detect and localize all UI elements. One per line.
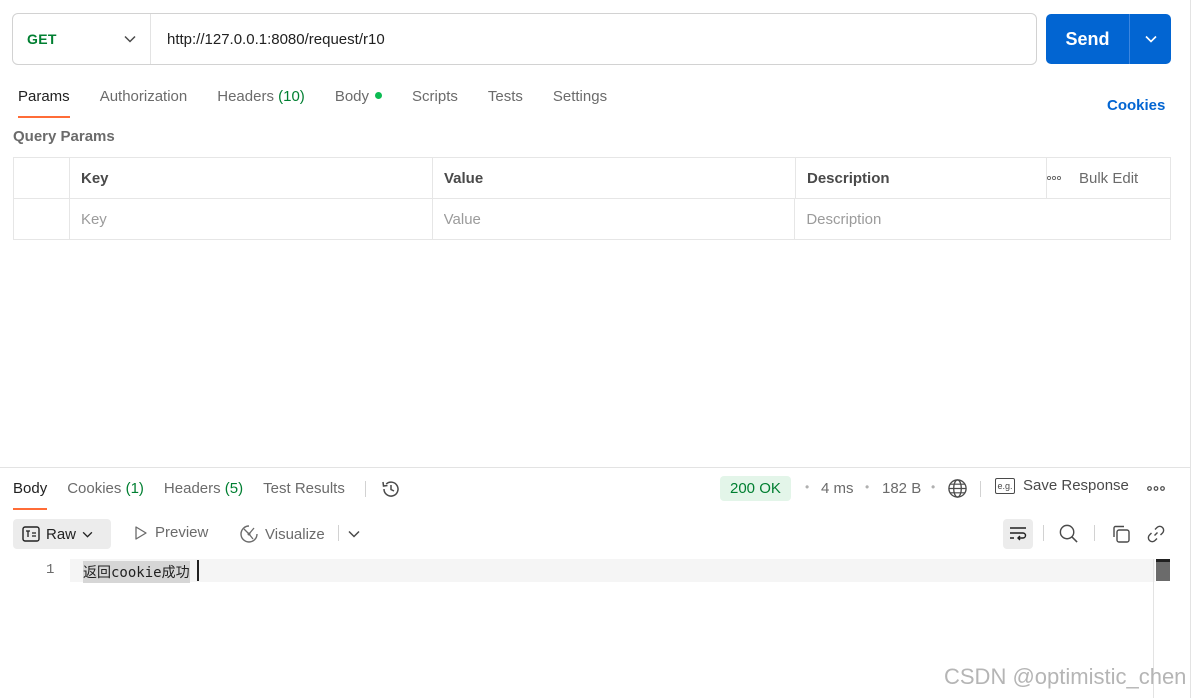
wrap-lines-icon — [1010, 527, 1027, 541]
separator-dot: • — [931, 480, 936, 494]
response-body-text[interactable]: 返回cookie成功 — [83, 561, 190, 583]
chevron-down-icon — [124, 35, 136, 43]
headers-count: (10) — [278, 88, 305, 105]
status-badge[interactable]: 200 OK — [720, 476, 791, 501]
table-row — [14, 199, 1170, 240]
description-input[interactable] — [806, 211, 1170, 228]
divider — [980, 481, 981, 497]
tab-settings[interactable]: Settings — [553, 86, 607, 118]
chevron-down-icon — [82, 531, 93, 538]
tab-response-headers[interactable]: Headers (5) — [164, 478, 243, 510]
format-selector[interactable]: Raw — [13, 519, 111, 549]
bulk-edit-button[interactable]: Bulk Edit — [1079, 170, 1138, 187]
divider — [1043, 525, 1044, 541]
send-button-group: Send — [1046, 14, 1171, 64]
tab-response-cookies[interactable]: Cookies (1) — [67, 478, 144, 510]
method-label: GET — [27, 31, 57, 47]
text-cursor — [197, 560, 199, 581]
history-icon[interactable] — [380, 478, 402, 500]
link-icon[interactable] — [1146, 524, 1166, 544]
visualize-button[interactable]: Visualize — [239, 524, 325, 544]
line-number: 1 — [46, 562, 55, 578]
response-headers-count: (5) — [224, 480, 244, 497]
active-line-highlight — [70, 559, 1155, 582]
key-cell — [70, 199, 433, 240]
tab-body[interactable]: Body — [335, 86, 383, 118]
response-time[interactable]: 4 ms — [821, 480, 854, 497]
save-response-label: Save Response — [1023, 477, 1129, 494]
response-size[interactable]: 182 B — [882, 480, 921, 497]
text-format-icon — [22, 526, 40, 542]
preview-label: Preview — [155, 524, 209, 541]
send-options-button[interactable] — [1130, 14, 1171, 64]
right-pane-border — [1190, 0, 1191, 698]
separator-dot: • — [865, 480, 870, 494]
scrollbar-thumb[interactable] — [1156, 559, 1170, 581]
preview-button[interactable]: Preview — [133, 524, 208, 541]
pane-divider[interactable] — [0, 467, 1190, 468]
tab-scripts[interactable]: Scripts — [412, 86, 458, 118]
visualize-label: Visualize — [265, 525, 325, 543]
chevron-down-icon[interactable] — [348, 530, 360, 538]
chevron-down-icon — [1144, 35, 1157, 43]
tab-tests[interactable]: Tests — [488, 86, 523, 118]
visualize-icon — [240, 525, 258, 543]
query-params-title: Query Params — [13, 128, 115, 145]
tab-response-body[interactable]: Body — [13, 478, 48, 510]
tab-headers[interactable]: Headers (10) — [217, 86, 305, 118]
request-tabs: Params Authorization Headers (10) Body S… — [18, 86, 637, 118]
value-input[interactable] — [443, 211, 795, 228]
table-header-description: Description — [796, 158, 1047, 198]
table-header-checkbox-cell — [14, 158, 70, 198]
play-icon — [135, 525, 147, 540]
table-header-value: Value — [433, 158, 796, 198]
response-tabs: Body Cookies (1) Headers (5) Test Result… — [13, 478, 402, 510]
watermark: CSDN @optimistic_chen — [944, 664, 1187, 689]
search-icon[interactable] — [1058, 523, 1079, 544]
cookies-link[interactable]: Cookies — [1107, 97, 1165, 114]
separator-dot: • — [805, 480, 810, 494]
tab-params[interactable]: Params — [18, 86, 70, 118]
cookies-count: (1) — [125, 480, 144, 497]
table-header-row: Key Value Description Bulk Edit — [14, 158, 1170, 199]
save-example-icon: e.g. — [995, 477, 1015, 494]
tab-test-results[interactable]: Test Results — [263, 478, 345, 510]
url-bar: GET — [12, 13, 1037, 65]
bulk-edit-cell: Bulk Edit — [1047, 158, 1170, 198]
divider — [1094, 525, 1095, 541]
url-input[interactable] — [151, 14, 1036, 64]
body-indicator-dot — [375, 91, 383, 99]
divider — [364, 481, 366, 497]
tab-authorization[interactable]: Authorization — [100, 86, 188, 118]
row-checkbox-cell — [14, 199, 70, 240]
save-response-button[interactable]: e.g. Save Response — [995, 477, 1129, 494]
query-params-table: Key Value Description Bulk Edit — [13, 157, 1171, 240]
key-input[interactable] — [80, 211, 432, 228]
value-cell — [433, 199, 796, 240]
more-options-icon[interactable] — [1047, 176, 1061, 180]
format-label: Raw — [46, 525, 77, 543]
send-button[interactable]: Send — [1046, 14, 1130, 64]
copy-icon[interactable] — [1111, 524, 1131, 544]
divider — [338, 525, 339, 541]
globe-icon[interactable] — [947, 478, 968, 499]
description-cell — [795, 199, 1170, 240]
word-wrap-button[interactable] — [1003, 519, 1033, 549]
method-selector[interactable]: GET — [13, 14, 151, 64]
table-header-key: Key — [70, 158, 433, 198]
more-options-icon[interactable] — [1147, 486, 1165, 491]
